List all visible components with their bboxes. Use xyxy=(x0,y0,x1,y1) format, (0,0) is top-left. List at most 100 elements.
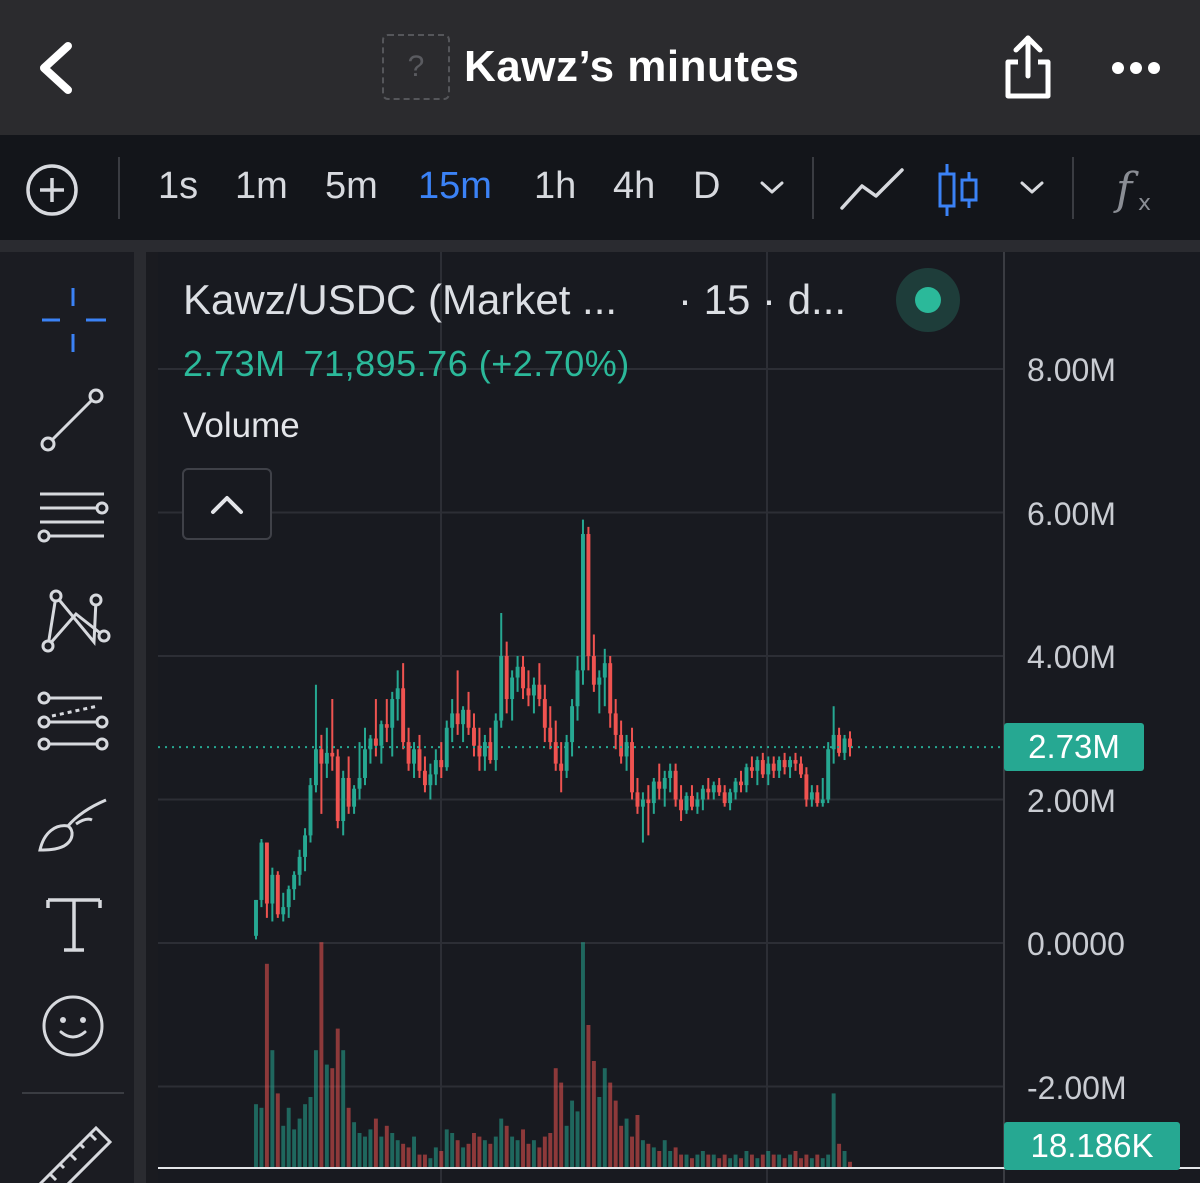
timeframe-1h[interactable]: 1h xyxy=(534,165,576,208)
candle-body xyxy=(760,760,765,775)
volume-bar xyxy=(613,1100,618,1169)
volume-bar xyxy=(619,1125,624,1169)
volume-bar xyxy=(319,942,324,1169)
volume-bar xyxy=(482,1140,487,1169)
volume-bar xyxy=(777,1154,782,1169)
volume-bar xyxy=(591,1061,596,1169)
page-title: Kawz’s minutes xyxy=(464,42,800,91)
volume-bar xyxy=(646,1143,651,1169)
volume-bar xyxy=(575,1111,580,1169)
volume-bar xyxy=(335,1028,340,1169)
legend-symbol[interactable]: Kawz/USDC (Market ... xyxy=(183,276,617,324)
pattern-icon[interactable] xyxy=(30,580,116,666)
toolbar-divider xyxy=(118,157,120,219)
crosshair-icon[interactable] xyxy=(30,278,116,364)
candle-body xyxy=(717,785,722,793)
volume-bar xyxy=(766,1151,771,1169)
volume-bar xyxy=(330,1068,335,1169)
volume-bar xyxy=(679,1154,684,1169)
candle-body xyxy=(695,799,700,807)
candle-body xyxy=(602,663,607,678)
volume-bar xyxy=(401,1143,406,1169)
volume-bar xyxy=(804,1154,809,1169)
volume-bar xyxy=(455,1140,460,1169)
volume-bar xyxy=(793,1151,798,1169)
emoji-icon[interactable] xyxy=(30,984,116,1070)
svg-text:x: x xyxy=(1138,191,1151,216)
back-button[interactable] xyxy=(30,38,86,98)
candle-body xyxy=(281,907,286,915)
volume-bar xyxy=(733,1154,738,1169)
plus-circle-icon[interactable] xyxy=(22,160,82,220)
volume-study-label[interactable]: Volume xyxy=(183,406,300,446)
brush-icon[interactable] xyxy=(30,784,116,870)
volume-bar xyxy=(439,1151,444,1169)
volume-bar xyxy=(602,1068,607,1169)
volume-bar xyxy=(357,1133,362,1169)
candle-body xyxy=(848,738,852,748)
legend-interval[interactable]: · 15 · d... xyxy=(678,276,846,324)
timeframe-15m[interactable]: 15m xyxy=(418,165,492,208)
candlestick-icon[interactable] xyxy=(936,160,980,220)
volume-bar xyxy=(504,1125,509,1169)
chevron-down-icon[interactable] xyxy=(758,178,786,198)
candle-body xyxy=(591,656,596,685)
collapse-legend-button[interactable] xyxy=(182,468,272,540)
toolbar-spacer xyxy=(0,240,1200,252)
candle-body xyxy=(526,688,531,696)
fib-tools-icon[interactable] xyxy=(30,682,116,768)
candle-body xyxy=(373,738,378,746)
timeframe-1s[interactable]: 1s xyxy=(158,165,198,208)
candle-body xyxy=(711,785,716,793)
candle-body xyxy=(793,760,798,764)
line-chart-icon[interactable] xyxy=(838,162,906,214)
volume-bar xyxy=(461,1147,466,1169)
candle-body xyxy=(608,663,613,714)
volume-bar xyxy=(275,1093,280,1169)
function-icon[interactable]: f x xyxy=(1112,160,1162,216)
candle-body xyxy=(531,684,536,696)
volume-bar xyxy=(684,1154,689,1169)
candle-body xyxy=(826,749,831,800)
candlestick-chart[interactable] xyxy=(158,252,1200,1183)
volume-bar xyxy=(254,1104,258,1169)
volume-bar xyxy=(324,1064,329,1169)
candle-body xyxy=(619,734,624,757)
candle-body xyxy=(319,749,324,764)
volume-bar xyxy=(831,1093,836,1169)
share-button[interactable] xyxy=(1000,32,1056,102)
volume-bar xyxy=(760,1154,765,1169)
volume-bar xyxy=(259,1107,264,1169)
ruler-icon[interactable] xyxy=(30,1110,116,1183)
candle-body xyxy=(515,666,520,678)
timeframe-5m[interactable]: 5m xyxy=(325,165,378,208)
horizontal-lines-icon[interactable] xyxy=(30,478,116,564)
candle-body xyxy=(439,760,444,768)
legend-last-value: 2.73M xyxy=(183,343,286,384)
candle-body xyxy=(406,742,411,764)
volume-bar xyxy=(559,1082,564,1169)
timeframe-1m[interactable]: 1m xyxy=(235,165,288,208)
volume-bar xyxy=(826,1154,831,1169)
candle-body xyxy=(401,688,406,743)
candle-body xyxy=(488,742,493,761)
candle-body xyxy=(537,684,542,700)
candle-body xyxy=(749,767,754,771)
chart-pane[interactable] xyxy=(158,252,1200,1183)
volume-bar xyxy=(352,1122,357,1169)
candle-body xyxy=(379,724,384,746)
chevron-down-icon[interactable] xyxy=(1018,178,1046,198)
candle-body xyxy=(657,781,662,789)
candle-body xyxy=(630,742,634,793)
volume-bar xyxy=(651,1147,656,1169)
candle-body xyxy=(286,889,291,908)
text-icon[interactable] xyxy=(30,884,116,970)
candle-body xyxy=(739,781,743,786)
volume-bar xyxy=(695,1154,700,1169)
candle-body xyxy=(771,763,776,771)
timeframe-4h[interactable]: 4h xyxy=(613,165,655,208)
volume-bar xyxy=(406,1147,411,1169)
more-button[interactable] xyxy=(1108,48,1164,88)
trend-line-icon[interactable] xyxy=(30,378,116,464)
timeframe-d[interactable]: D xyxy=(693,165,720,208)
